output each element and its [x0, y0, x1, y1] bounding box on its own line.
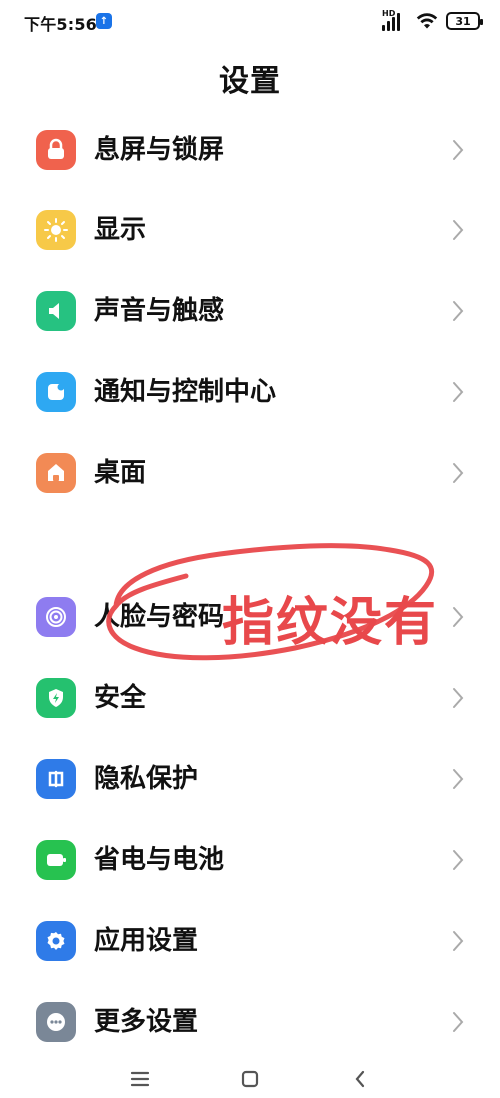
chevron-right-icon — [453, 220, 464, 240]
chevron-right-icon — [453, 850, 464, 870]
settings-item-more[interactable]: 更多设置 — [0, 992, 500, 1052]
settings-item-label: 息屏与锁屏 — [94, 135, 225, 165]
navigation-bar — [0, 1060, 500, 1098]
battery-level: 31 — [455, 14, 471, 28]
back-icon[interactable] — [347, 1066, 373, 1092]
settings-item-label: 省电与电池 — [94, 845, 225, 875]
cellular-signal-icon: HD — [382, 9, 408, 31]
settings-item-lock-screen[interactable]: 息屏与锁屏 — [0, 120, 500, 180]
settings-item-privacy[interactable]: 隐私保护 — [0, 749, 500, 809]
chevron-right-icon — [453, 140, 464, 160]
battery-icon: 31 — [446, 12, 483, 30]
settings-item-label: 应用设置 — [94, 926, 199, 956]
menu-icon[interactable] — [127, 1066, 153, 1092]
settings-item-label: 人脸与密码 — [94, 602, 225, 632]
chevron-right-icon — [453, 382, 464, 402]
settings-item-display[interactable]: 显示 — [0, 200, 500, 260]
settings-item-label: 声音与触感 — [94, 296, 225, 326]
settings-item-label: 隐私保护 — [94, 764, 199, 794]
annotation-text: 指纹没有 — [222, 593, 439, 653]
upload-icon: ↑ — [96, 13, 112, 29]
settings-item-label: 更多设置 — [94, 1007, 199, 1037]
settings-item-label: 通知与控制中心 — [94, 377, 277, 407]
settings-item-label: 显示 — [94, 215, 147, 245]
chevron-right-icon — [453, 931, 464, 951]
wifi-icon — [416, 13, 438, 29]
settings-item-label: 桌面 — [94, 458, 147, 488]
home-icon — [36, 453, 76, 493]
speaker-icon — [36, 291, 76, 331]
sun-icon — [36, 210, 76, 250]
shield-bolt-icon — [36, 678, 76, 718]
chevron-right-icon — [453, 1012, 464, 1032]
face-password-icon — [36, 597, 76, 637]
chevron-right-icon — [453, 607, 464, 627]
home-square-icon[interactable] — [237, 1066, 263, 1092]
notification-icon — [36, 372, 76, 412]
settings-item-apps[interactable]: 应用设置 — [0, 911, 500, 971]
status-bar: 下午5:56 ↑ HD 31 — [0, 0, 500, 44]
settings-item-battery[interactable]: 省电与电池 — [0, 830, 500, 890]
page-title: 设置 — [219, 64, 281, 99]
battery-icon — [36, 840, 76, 880]
settings-item-home-screen[interactable]: 桌面 — [0, 443, 500, 503]
settings-item-notifications[interactable]: 通知与控制中心 — [0, 362, 500, 422]
gear-icon — [36, 921, 76, 961]
more-icon — [36, 1002, 76, 1042]
chevron-right-icon — [453, 688, 464, 708]
status-time: 下午5:56 — [24, 15, 97, 34]
chevron-right-icon — [453, 463, 464, 483]
settings-item-label: 安全 — [94, 683, 147, 713]
status-indicators: HD 31 — [382, 9, 483, 31]
privacy-icon — [36, 759, 76, 799]
chevron-right-icon — [453, 769, 464, 789]
settings-item-security[interactable]: 安全 — [0, 668, 500, 728]
chevron-right-icon — [453, 301, 464, 321]
lock-icon — [36, 130, 76, 170]
settings-item-sound[interactable]: 声音与触感 — [0, 281, 500, 341]
